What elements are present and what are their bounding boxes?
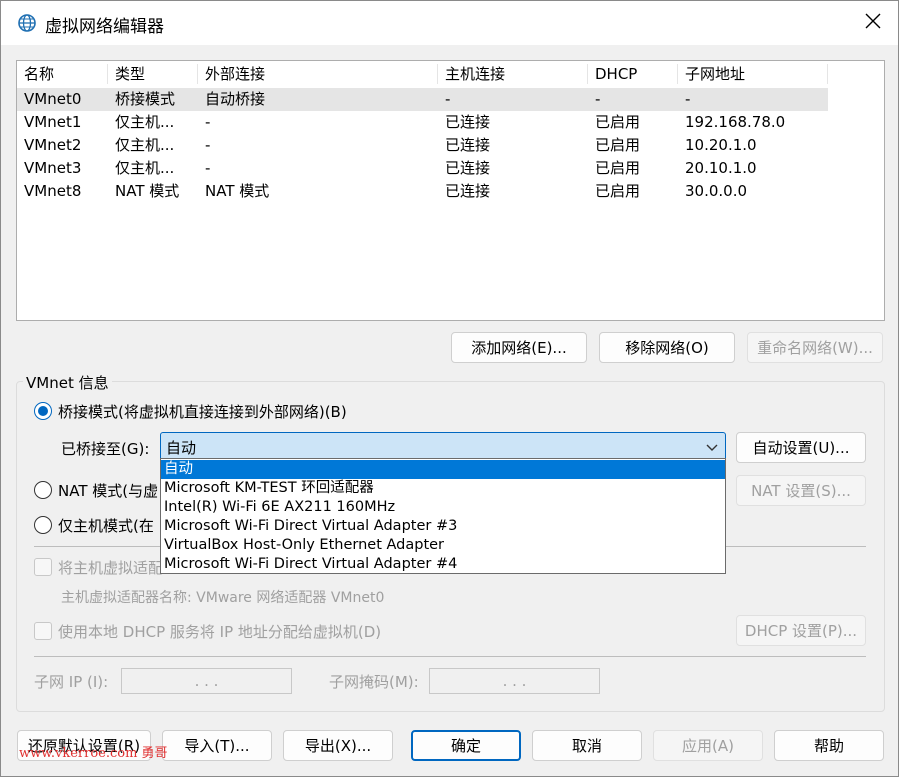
cell-name: VMnet1 [24, 113, 82, 131]
bridged-to-select[interactable]: 自动 [160, 432, 726, 461]
ip-dots: . . . [194, 672, 219, 690]
cell-name: VMnet8 [24, 182, 82, 200]
dhcp-settings-button[interactable]: DHCP 设置(P)... [736, 615, 866, 646]
subnet-mask-label: 子网掩码(M): [329, 673, 419, 691]
dropdown-option[interactable]: VirtualBox Host-Only Ethernet Adapter [161, 536, 725, 555]
bridged-to-dropdown[interactable]: 自动 Microsoft KM-TEST 环回适配器 Intel(R) Wi-F… [160, 458, 726, 574]
virtual-network-editor-window: 虚拟网络编辑器 名称 类型 外部连接 主机连接 DHCP 子网地址 VMnet0… [0, 0, 899, 777]
cell-type: 仅主机... [115, 136, 175, 154]
host-only-radio[interactable] [34, 516, 52, 534]
bridge-mode-label[interactable]: 桥接模式(将虚拟机直接连接到外部网络)(B) [58, 401, 347, 422]
cell-name: VMnet2 [24, 136, 82, 154]
cell-type: 仅主机... [115, 113, 175, 131]
bridged-to-value: 自动 [166, 439, 197, 457]
remove-network-button[interactable]: 移除网络(O) [599, 332, 735, 363]
close-icon [865, 13, 881, 33]
column-header-host[interactable]: 主机连接 [438, 61, 588, 87]
help-button[interactable]: 帮助 [774, 730, 884, 761]
ok-button[interactable]: 确定 [411, 730, 521, 761]
column-header-external[interactable]: 外部连接 [198, 61, 438, 87]
cell-subnet: - [685, 90, 691, 108]
title-bar: 虚拟网络编辑器 [1, 1, 898, 45]
connect-adapter-checkbox[interactable] [34, 558, 52, 576]
cell-host: 已连接 [445, 182, 491, 200]
subnet-ip-input[interactable]: . . . [121, 668, 292, 694]
column-header-name[interactable]: 名称 [17, 61, 108, 87]
cell-external: 自动桥接 [205, 90, 266, 108]
subnet-ip-label: 子网 IP (I): [34, 673, 109, 691]
vmnet-info-title: VMnet 信息 [23, 372, 112, 393]
nat-mode-radio[interactable] [34, 481, 52, 499]
dhcp-label[interactable]: 使用本地 DHCP 服务将 IP 地址分配给虚拟机(D) [58, 621, 381, 642]
dropdown-option[interactable]: Microsoft Wi-Fi Direct Virtual Adapter #… [161, 555, 725, 574]
table-row[interactable]: VMnet2 仅主机... - 已连接 已启用 10.20.1.0 [17, 134, 828, 157]
cell-dhcp: 已启用 [595, 113, 641, 131]
divider [34, 656, 866, 657]
apply-button[interactable]: 应用(A) [653, 730, 763, 761]
chevron-down-icon[interactable] [705, 440, 719, 454]
cell-name: VMnet0 [24, 90, 82, 108]
column-header-subnet[interactable]: 子网地址 [678, 61, 828, 87]
cell-dhcp: 已启用 [595, 159, 641, 177]
cell-subnet: 192.168.78.0 [685, 113, 786, 131]
subnet-mask-input[interactable]: . . . [429, 668, 600, 694]
dropdown-option[interactable]: Microsoft Wi-Fi Direct Virtual Adapter #… [161, 517, 725, 536]
cell-subnet: 20.10.1.0 [685, 159, 757, 177]
column-header-dhcp[interactable]: DHCP [588, 61, 678, 87]
cell-type: 桥接模式 [115, 90, 176, 108]
table-row[interactable]: VMnet8 NAT 模式 NAT 模式 已连接 已启用 30.0.0.0 [17, 180, 828, 203]
cell-external: - [205, 136, 211, 154]
connect-adapter-label[interactable]: 将主机虚拟适配 [58, 557, 163, 578]
import-button[interactable]: 导入(T)... [162, 730, 272, 761]
dropdown-option[interactable]: Microsoft KM-TEST 环回适配器 [161, 479, 725, 498]
dropdown-option[interactable]: 自动 [161, 460, 725, 479]
cell-host: 已连接 [445, 159, 491, 177]
column-header-type[interactable]: 类型 [108, 61, 198, 87]
network-globe-icon [17, 13, 37, 33]
cell-dhcp: 已启用 [595, 136, 641, 154]
cell-dhcp: - [595, 90, 601, 108]
cell-name: VMnet3 [24, 159, 82, 177]
export-button[interactable]: 导出(X)... [283, 730, 393, 761]
cell-host: - [445, 90, 451, 108]
rename-network-button[interactable]: 重命名网络(W)... [747, 332, 883, 363]
table-row[interactable]: VMnet3 仅主机... - 已连接 已启用 20.10.1.0 [17, 157, 828, 180]
adapter-name-label: 主机虚拟适配器名称: VMware 网络适配器 VMnet0 [61, 590, 385, 606]
table-row[interactable]: VMnet1 仅主机... - 已连接 已启用 192.168.78.0 [17, 111, 828, 134]
cell-external: NAT 模式 [205, 182, 270, 200]
close-button[interactable] [848, 1, 898, 45]
nat-mode-label[interactable]: NAT 模式(与虚 [58, 480, 158, 501]
cell-subnet: 30.0.0.0 [685, 182, 748, 200]
network-list[interactable]: 名称 类型 外部连接 主机连接 DHCP 子网地址 VMnet0 桥接模式 自动… [16, 60, 885, 321]
cell-host: 已连接 [445, 136, 491, 154]
nat-settings-button[interactable]: NAT 设置(S)... [736, 475, 866, 506]
dhcp-checkbox[interactable] [34, 622, 52, 640]
list-header: 名称 类型 外部连接 主机连接 DHCP 子网地址 [17, 61, 828, 87]
cancel-button[interactable]: 取消 [532, 730, 642, 761]
dropdown-option[interactable]: Intel(R) Wi-Fi 6E AX211 160MHz [161, 498, 725, 517]
watermark: www.vkerroe.com 勇哥 [19, 746, 168, 761]
bridge-mode-radio[interactable] [34, 402, 52, 420]
host-only-label[interactable]: 仅主机模式(在 [58, 515, 154, 536]
cell-external: - [205, 159, 211, 177]
auto-settings-button[interactable]: 自动设置(U)... [736, 432, 866, 463]
mask-dots: . . . [502, 672, 527, 690]
cell-subnet: 10.20.1.0 [685, 136, 757, 154]
cell-type: NAT 模式 [115, 182, 180, 200]
bridged-to-label: 已桥接至(G): [61, 440, 150, 458]
cell-host: 已连接 [445, 113, 491, 131]
cell-dhcp: 已启用 [595, 182, 641, 200]
add-network-button[interactable]: 添加网络(E)... [451, 332, 587, 363]
cell-external: - [205, 113, 211, 131]
window-title: 虚拟网络编辑器 [45, 17, 164, 37]
table-row[interactable]: VMnet0 桥接模式 自动桥接 - - - [17, 88, 828, 111]
cell-type: 仅主机... [115, 159, 175, 177]
